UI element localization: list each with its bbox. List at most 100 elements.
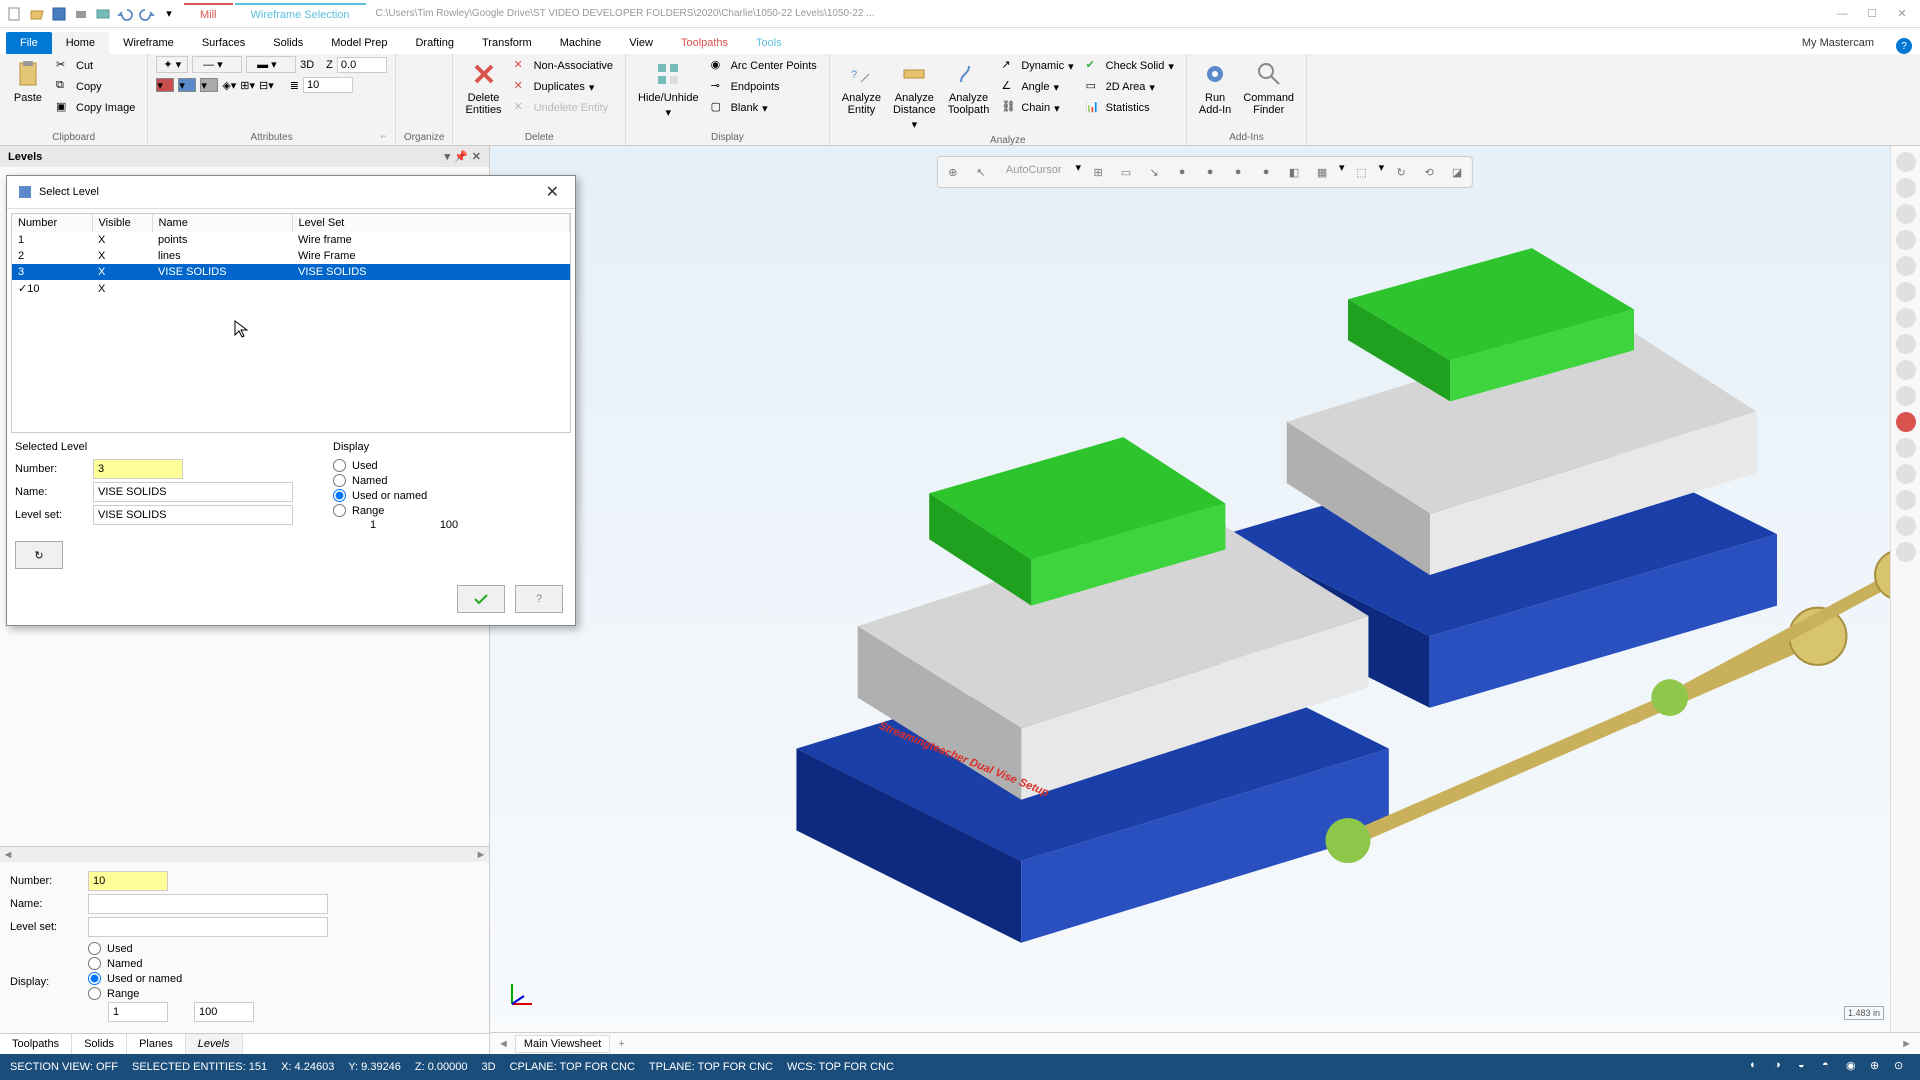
undo-icon[interactable] [116,5,134,23]
my-mastercam-link[interactable]: My Mastercam [1788,32,1888,54]
tab-wireframe[interactable]: Wireframe [109,32,188,54]
arc-center-button[interactable]: ◉Arc Center Points [707,56,821,76]
attr-btn-2[interactable]: ⊞▾ [240,79,255,92]
radio-named[interactable] [88,957,101,970]
undelete-button[interactable]: ✕Undelete Entity [510,98,617,118]
statistics-button[interactable]: 📊Statistics [1082,98,1178,118]
vt-sphere4-icon[interactable]: ● [1255,161,1277,183]
vt-grid-icon[interactable]: ⊞ [1087,161,1109,183]
levelset-input[interactable] [88,917,328,937]
rail-btn-5-icon[interactable] [1896,256,1916,276]
vt-select-icon[interactable]: ▦ [1311,161,1333,183]
maximize-icon[interactable]: ☐ [1858,4,1886,24]
name-input[interactable] [88,894,328,914]
dlg-help-button[interactable]: ? [515,585,563,613]
horizontal-scrollbar[interactable]: ◄ ► [0,846,489,862]
tab-toolpaths[interactable]: Toolpaths [0,1034,72,1054]
tab-levels[interactable]: Levels [186,1034,243,1054]
layer-icon[interactable]: ≣ [290,79,299,92]
table-row[interactable]: 1XpointsWire frame [12,232,570,248]
2d-area-button[interactable]: ▭2D Area▾ [1082,77,1178,97]
dim-label[interactable]: 3D [300,59,314,71]
hide-unhide-button[interactable]: Hide/Unhide▾ [634,56,703,121]
rail-btn-16-icon[interactable] [1896,542,1916,562]
minimize-icon[interactable]: — [1828,4,1856,24]
rail-btn-8-icon[interactable] [1896,334,1916,354]
duplicates-button[interactable]: ✕Duplicates▾ [510,77,617,97]
status-ic-2-icon[interactable]: ◑ [1774,1059,1790,1075]
rail-btn-14-icon[interactable] [1896,490,1916,510]
vt-origin-icon[interactable]: ⊕ [942,161,964,183]
tab-toolpaths[interactable]: Toolpaths [667,32,742,54]
dlg-radio-named[interactable] [333,474,346,487]
layer-input[interactable] [303,77,353,93]
rail-btn-13-icon[interactable] [1896,464,1916,484]
context-tab-wireframe-selection[interactable]: Wireframe Selection [235,3,366,25]
line-style-dropdown[interactable]: — ▾ [192,56,242,73]
autocursor-dropdown[interactable]: AutoCursor [998,161,1070,183]
status-section-view[interactable]: SECTION VIEW: OFF [10,1061,118,1073]
attr-btn-1[interactable]: ◈▾ [222,79,236,92]
vt-cube-icon[interactable]: ◧ [1283,161,1305,183]
tab-machine[interactable]: Machine [546,32,616,54]
rail-btn-11-icon[interactable] [1896,412,1916,432]
cut-button[interactable]: ✂Cut [52,56,139,76]
open-icon[interactable] [28,5,46,23]
analyze-entity-button[interactable]: ?Analyze Entity [838,56,885,118]
tab-view[interactable]: View [615,32,667,54]
graphics-viewport[interactable]: ⊕ ↖ AutoCursor▾ ⊞ ▭ ↘ ● ● ● ● ◧ ▦▾ ⬚▾ ↻ … [490,146,1920,1054]
rail-btn-3-icon[interactable] [1896,204,1916,224]
tab-solids[interactable]: Solids [259,32,317,54]
tab-solids[interactable]: Solids [72,1034,127,1054]
dialog-close-icon[interactable]: ✕ [540,182,565,202]
rail-btn-4-icon[interactable] [1896,230,1916,250]
analyze-distance-button[interactable]: Analyze Distance▾ [889,56,940,133]
new-icon[interactable] [6,5,24,23]
dlg-levelset-input[interactable] [93,505,293,525]
dlg-number-input[interactable] [93,459,183,479]
rail-btn-7-icon[interactable] [1896,308,1916,328]
panel-pin-icon[interactable]: 📌 [454,150,468,163]
rail-btn-2-icon[interactable] [1896,178,1916,198]
tab-planes[interactable]: Planes [127,1034,186,1054]
vt-arrow-icon[interactable]: ↘ [1143,161,1165,183]
endpoints-button[interactable]: ⊸Endpoints [707,77,821,97]
status-ic-6-icon[interactable]: ⊕ [1870,1059,1886,1075]
viewsheet-prev-icon[interactable]: ◄ [498,1038,509,1050]
vt-refresh-icon[interactable]: ↻ [1390,161,1412,183]
run-addin-button[interactable]: Run Add-In [1195,56,1235,118]
rail-btn-10-icon[interactable] [1896,386,1916,406]
delete-entities-button[interactable]: Delete Entities [461,56,505,118]
status-ic-4-icon[interactable]: ◓ [1822,1059,1838,1075]
tab-tools[interactable]: Tools [742,32,796,54]
vt-filter-icon[interactable]: ⬚ [1351,161,1373,183]
vt-cursor-icon[interactable]: ↖ [970,161,992,183]
check-solid-button[interactable]: ✔Check Solid▾ [1082,56,1178,76]
status-ic-7-icon[interactable]: ⊙ [1894,1059,1910,1075]
status-tplane[interactable]: TPLANE: TOP FOR CNC [649,1061,773,1073]
vt-sync-icon[interactable]: ⟲ [1418,161,1440,183]
status-ic-5-icon[interactable]: ◉ [1846,1059,1862,1075]
vt-sphere3-icon[interactable]: ● [1227,161,1249,183]
command-finder-button[interactable]: Command Finder [1239,56,1298,118]
help-icon[interactable]: ? [1896,38,1912,54]
tab-file[interactable]: File [6,32,52,54]
scroll-right-icon[interactable]: ► [473,849,489,861]
table-row[interactable]: 3XVISE SOLIDSVISE SOLIDS [12,264,570,280]
radio-range[interactable] [88,987,101,1000]
dlg-refresh-button[interactable]: ↻ [15,541,63,569]
analyze-toolpath-button[interactable]: Analyze Toolpath [944,56,994,118]
radio-used-or-named[interactable] [88,972,101,985]
vt-window-icon[interactable]: ▭ [1115,161,1137,183]
viewsheet-add-icon[interactable]: + [610,1036,632,1052]
status-ic-3-icon[interactable]: ◒ [1798,1059,1814,1075]
table-row[interactable]: ✓10X [12,280,570,297]
tab-transform[interactable]: Transform [468,32,546,54]
print-icon[interactable] [72,5,90,23]
close-icon[interactable]: ✕ [1888,4,1916,24]
color-swatch[interactable]: ▾ [156,78,174,92]
panel-dropdown-icon[interactable]: ▾ [445,150,451,163]
rail-btn-15-icon[interactable] [1896,516,1916,536]
color-2d-swatch[interactable]: ▾ [178,78,196,92]
table-row[interactable]: 2XlinesWire Frame [12,248,570,264]
